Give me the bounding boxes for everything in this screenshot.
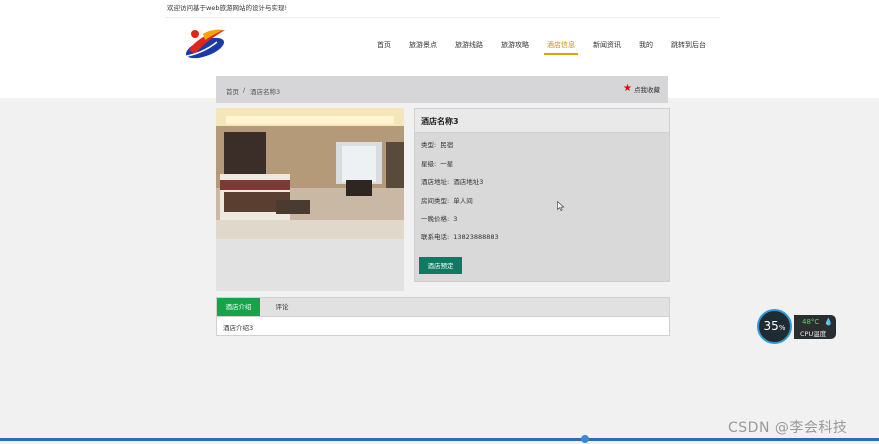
cpu-temp-label: CPU温度 xyxy=(800,330,827,338)
cpu-temp-value: 48°C xyxy=(802,318,820,326)
nav-hotels[interactable]: 酒店信息 xyxy=(547,40,575,50)
cpu-widget[interactable]: 35% 48°C 💧 CPU温度 xyxy=(757,309,837,344)
cpu-usage-value: 35 xyxy=(763,319,779,333)
hotel-name: 酒店名称3 xyxy=(421,117,459,126)
cpu-usage-gauge: 35% xyxy=(757,309,792,344)
favorite-button[interactable]: ★ 点我收藏 xyxy=(623,83,660,95)
nav-guides[interactable]: 旅游攻略 xyxy=(501,40,529,50)
hotel-info-panel: 酒店名称3 类型: 民宿 星级: 一星 酒店地址: 酒店地址3 房间类型: 单人间 一晚… xyxy=(414,108,670,282)
favorite-label: 点我收藏 xyxy=(634,86,660,94)
star-icon: ★ xyxy=(623,83,632,94)
nav-admin[interactable]: 跳转到后台 xyxy=(671,40,706,50)
tab-hotel-intro[interactable]: 酒店介绍 xyxy=(217,298,260,317)
main-nav: 首页 旅游景点 旅游线路 旅游攻略 酒店信息 新闻资讯 我的 跳转到后台 xyxy=(0,40,879,55)
nav-routes[interactable]: 旅游线路 xyxy=(455,40,483,50)
nav-home[interactable]: 首页 xyxy=(377,40,391,50)
cpu-temp-panel: 48°C 💧 CPU温度 xyxy=(794,315,836,339)
detail-tabs: 酒店介绍 评论 xyxy=(216,297,670,317)
field-price-label: 一晚价格: xyxy=(421,215,450,223)
drop-icon: 💧 xyxy=(824,318,833,326)
field-phone-value: 13823888883 xyxy=(453,233,499,241)
field-room-type: 房间类型: 单人间 xyxy=(421,195,473,205)
field-phone: 联系电话: 13823888883 xyxy=(421,231,499,241)
field-stars-value: 一星 xyxy=(440,160,454,168)
hotel-intro-text: 酒店介绍3 xyxy=(223,324,254,332)
welcome-text: 欢迎访问基于web旅游网站的设计与实现! xyxy=(167,4,288,12)
field-price-value: 3 xyxy=(453,215,458,223)
nav-active-indicator xyxy=(544,53,578,55)
field-stars-label: 星级: xyxy=(421,160,437,168)
tab-content: 酒店介绍3 xyxy=(216,316,670,336)
tab-comments[interactable]: 评论 xyxy=(271,298,293,317)
breadcrumb: 首页 / 酒店名称3 ★ 点我收藏 xyxy=(216,76,668,103)
breadcrumb-home[interactable]: 首页 xyxy=(226,86,239,96)
mouse-cursor-icon xyxy=(557,201,565,211)
field-type-value: 民宿 xyxy=(440,141,454,149)
field-address-value: 酒店地址3 xyxy=(453,178,484,186)
nav-news[interactable]: 新闻资讯 xyxy=(593,40,621,50)
field-phone-label: 联系电话: xyxy=(421,233,450,241)
field-room-type-label: 房间类型: xyxy=(421,197,450,205)
bottom-progress-bar xyxy=(0,438,879,441)
field-price: 一晚价格: 3 xyxy=(421,213,457,223)
field-type: 类型: 民宿 xyxy=(421,139,453,149)
cpu-usage-unit: % xyxy=(778,324,786,332)
field-address: 酒店地址: 酒店地址3 xyxy=(421,176,483,186)
field-type-label: 类型: xyxy=(421,141,437,149)
hotel-info-header: 酒店名称3 xyxy=(415,109,669,133)
header-divider xyxy=(165,17,720,18)
book-hotel-button[interactable]: 酒店预定 xyxy=(419,257,462,274)
hotel-photo xyxy=(216,108,404,239)
breadcrumb-current: 酒店名称3 xyxy=(250,88,281,96)
progress-handle[interactable] xyxy=(581,435,589,443)
nav-attractions[interactable]: 旅游景点 xyxy=(409,40,437,50)
nav-mine[interactable]: 我的 xyxy=(639,40,653,50)
field-address-label: 酒店地址: xyxy=(421,178,450,186)
watermark: CSDN @李会科技 xyxy=(728,420,848,436)
field-stars: 星级: 一星 xyxy=(421,158,453,168)
breadcrumb-separator: / xyxy=(243,86,246,94)
field-room-type-value: 单人间 xyxy=(453,197,473,205)
